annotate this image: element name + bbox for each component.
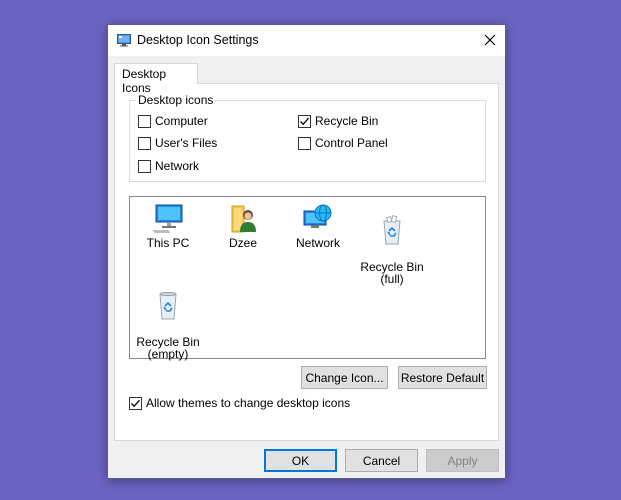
desktop-settings-icon [117, 34, 131, 47]
checkbox-box[interactable] [129, 396, 142, 410]
checkbox-label: User's Files [155, 136, 218, 150]
checkmark-icon [131, 399, 140, 407]
checkbox-box[interactable] [138, 114, 151, 128]
recycle-bin-full-icon [383, 215, 401, 245]
checkbox-label: Computer [155, 114, 208, 128]
checkmark-icon [300, 117, 309, 125]
cancel-button[interactable]: Cancel [345, 449, 418, 472]
checkbox-box[interactable] [138, 159, 151, 173]
icon-label: Dzee [228, 236, 257, 250]
apply-button[interactable]: Apply [426, 449, 499, 472]
list-item-recycle-bin-empty[interactable]: Recycle Bin (empty) [133, 278, 203, 360]
close-button[interactable] [475, 25, 505, 55]
desktop-icon-settings-dialog: Desktop Icon Settings Desktop Icons Desk… [107, 24, 506, 479]
checkbox-box[interactable] [298, 136, 311, 150]
ok-button[interactable]: OK [264, 449, 337, 472]
checkbox-users-files[interactable]: User's Files [138, 136, 217, 150]
allow-themes-checkbox[interactable]: Allow themes to change desktop icons [129, 396, 350, 410]
checkbox-box[interactable] [138, 136, 151, 150]
checkbox-label: Recycle Bin [315, 114, 379, 128]
list-item-dzee[interactable]: Dzee [208, 203, 278, 249]
checkbox-label: Allow themes to change desktop icons [146, 396, 351, 410]
checkbox-control-panel[interactable]: Control Panel [298, 136, 388, 150]
title-bar[interactable]: Desktop Icon Settings [108, 25, 505, 56]
list-item-this-pc[interactable]: This PC [133, 203, 203, 249]
window-title: Desktop Icon Settings [137, 33, 259, 47]
list-item-recycle-bin-full[interactable]: Recycle Bin (full) [357, 203, 427, 285]
tab-desktop-icons[interactable]: Desktop Icons [114, 63, 198, 95]
network-globe-icon [303, 204, 332, 228]
change-icon-button[interactable]: Change Icon... [301, 366, 388, 389]
checkbox-label: Control Panel [315, 136, 388, 150]
restore-default-button[interactable]: Restore Default [398, 366, 487, 389]
icon-label: Recycle Bin (full) [360, 260, 424, 286]
checkbox-label: Network [155, 159, 200, 173]
checkbox-network[interactable]: Network [138, 159, 199, 173]
desktop-icons-group: Desktop icons Computer Recycle Bin User'… [129, 93, 486, 182]
close-icon [484, 34, 496, 46]
list-item-network[interactable]: Network [283, 203, 353, 249]
checkbox-box[interactable] [298, 114, 311, 128]
recycle-bin-empty-icon [159, 292, 177, 320]
checkbox-recycle-bin[interactable]: Recycle Bin [298, 114, 378, 128]
icon-label: This PC [146, 236, 190, 250]
icon-label: Network [295, 236, 340, 250]
user-folder-icon [231, 205, 256, 233]
icon-label: Recycle Bin (empty) [136, 335, 200, 361]
tab-panel: Desktop icons Computer Recycle Bin User'… [114, 83, 499, 441]
computer-monitor-icon [152, 204, 183, 233]
group-legend: Desktop icons [136, 93, 216, 107]
icon-list-view[interactable]: This PC Dzee Network Recycle Bin (full) … [129, 196, 486, 360]
checkbox-computer[interactable]: Computer [138, 114, 208, 128]
